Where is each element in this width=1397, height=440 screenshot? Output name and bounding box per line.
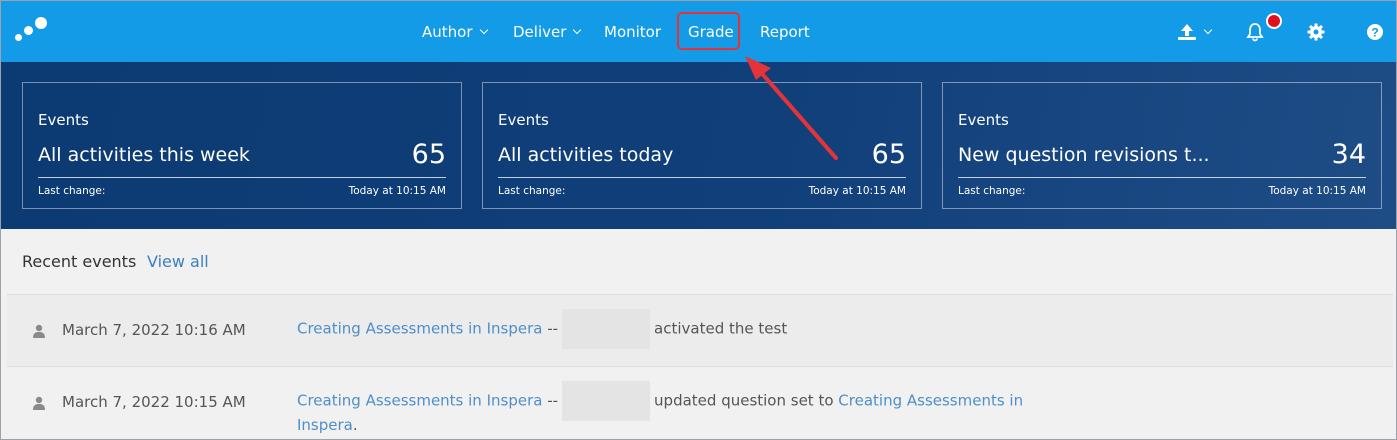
- recent-events-panel: Recent events View all March 7, 2022 10:…: [1, 229, 1396, 439]
- card-description: All activities today: [498, 144, 674, 166]
- question-set-link[interactable]: Creating Assessments in: [838, 392, 1023, 410]
- app-window: Author Deliver Monitor Grade Report ? Ev…: [0, 0, 1397, 440]
- inspera-logo[interactable]: [13, 17, 53, 47]
- event-date: March 7, 2022 10:15 AM: [62, 393, 246, 411]
- svg-text:?: ?: [1371, 25, 1378, 39]
- card-description: All activities this week: [38, 144, 250, 166]
- bell-icon: [1246, 22, 1264, 41]
- last-change-label: Last change:: [958, 185, 1026, 197]
- last-change-label: Last change:: [38, 185, 106, 197]
- separator: --: [547, 319, 559, 338]
- event-description: Creating Assessments in Inspera -- update…: [297, 381, 1023, 421]
- last-change-value: Today at 10:15 AM: [348, 185, 446, 197]
- redacted-user: [562, 309, 651, 349]
- notification-badge: [1266, 13, 1282, 29]
- events-card-today[interactable]: Events All activities today 65 Last chan…: [482, 82, 922, 209]
- notifications-button[interactable]: [1245, 1, 1265, 62]
- nav-author[interactable]: Author: [422, 1, 488, 62]
- view-all-link[interactable]: View all: [147, 252, 209, 271]
- nav-author-label: Author: [422, 22, 473, 41]
- list-item: March 7, 2022 10:15 AM Creating Assessme…: [7, 366, 1393, 439]
- redacted-user: [562, 381, 651, 421]
- user-icon: [33, 324, 45, 338]
- card-divider: [958, 177, 1366, 178]
- event-description-continued: Inspera.: [297, 416, 358, 434]
- events-card-week[interactable]: Events All activities this week 65 Last …: [22, 82, 462, 209]
- nav-monitor[interactable]: Monitor: [604, 1, 661, 62]
- nav-report[interactable]: Report: [760, 1, 810, 62]
- upload-icon: [1178, 23, 1196, 40]
- nav-monitor-label: Monitor: [604, 22, 662, 41]
- last-change-value: Today at 10:15 AM: [808, 185, 906, 197]
- nav-deliver-label: Deliver: [513, 22, 567, 41]
- separator: --: [547, 391, 559, 410]
- question-set-link-continued[interactable]: Inspera: [297, 416, 353, 434]
- help-button[interactable]: ?: [1367, 1, 1383, 62]
- settings-button[interactable]: [1307, 1, 1325, 62]
- card-count: 65: [411, 139, 446, 170]
- card-title: Events: [38, 111, 89, 129]
- card-title: Events: [958, 111, 1009, 129]
- list-item: March 7, 2022 10:16 AM Creating Assessme…: [7, 294, 1393, 366]
- recent-events-title: Recent events: [22, 252, 137, 271]
- last-change-value: Today at 10:15 AM: [1268, 185, 1366, 197]
- sentence-end: .: [352, 416, 358, 434]
- top-navigation-bar: Author Deliver Monitor Grade Report ?: [1, 1, 1396, 62]
- assessment-link[interactable]: Creating Assessments in Inspera: [297, 392, 542, 410]
- gear-icon: [1307, 23, 1325, 40]
- event-date: March 7, 2022 10:16 AM: [62, 321, 246, 339]
- last-change-label: Last change:: [498, 185, 566, 197]
- card-divider: [498, 177, 906, 178]
- help-icon: ?: [1367, 23, 1383, 40]
- upload-menu-button[interactable]: [1177, 1, 1213, 62]
- card-description: New question revisions t...: [958, 144, 1210, 166]
- card-count: 65: [871, 139, 906, 170]
- event-description: Creating Assessments in Inspera -- activa…: [297, 309, 787, 349]
- summary-banner: Events All activities this week 65 Last …: [1, 62, 1396, 229]
- nav-deliver[interactable]: Deliver: [513, 1, 582, 62]
- card-divider: [38, 177, 446, 178]
- user-icon: [33, 396, 45, 410]
- assessment-link[interactable]: Creating Assessments in Inspera: [297, 320, 542, 338]
- event-action: activated the test: [654, 319, 788, 338]
- nav-report-label: Report: [760, 22, 810, 41]
- chevron-down-icon: [573, 25, 582, 34]
- event-action: updated question set to: [654, 391, 834, 410]
- grade-highlight-box: [677, 12, 740, 50]
- chevron-down-icon: [479, 25, 488, 34]
- chevron-down-icon: [1203, 25, 1213, 34]
- events-card-revisions[interactable]: Events New question revisions t... 34 La…: [942, 82, 1382, 209]
- card-title: Events: [498, 111, 549, 129]
- card-count: 34: [1331, 139, 1366, 170]
